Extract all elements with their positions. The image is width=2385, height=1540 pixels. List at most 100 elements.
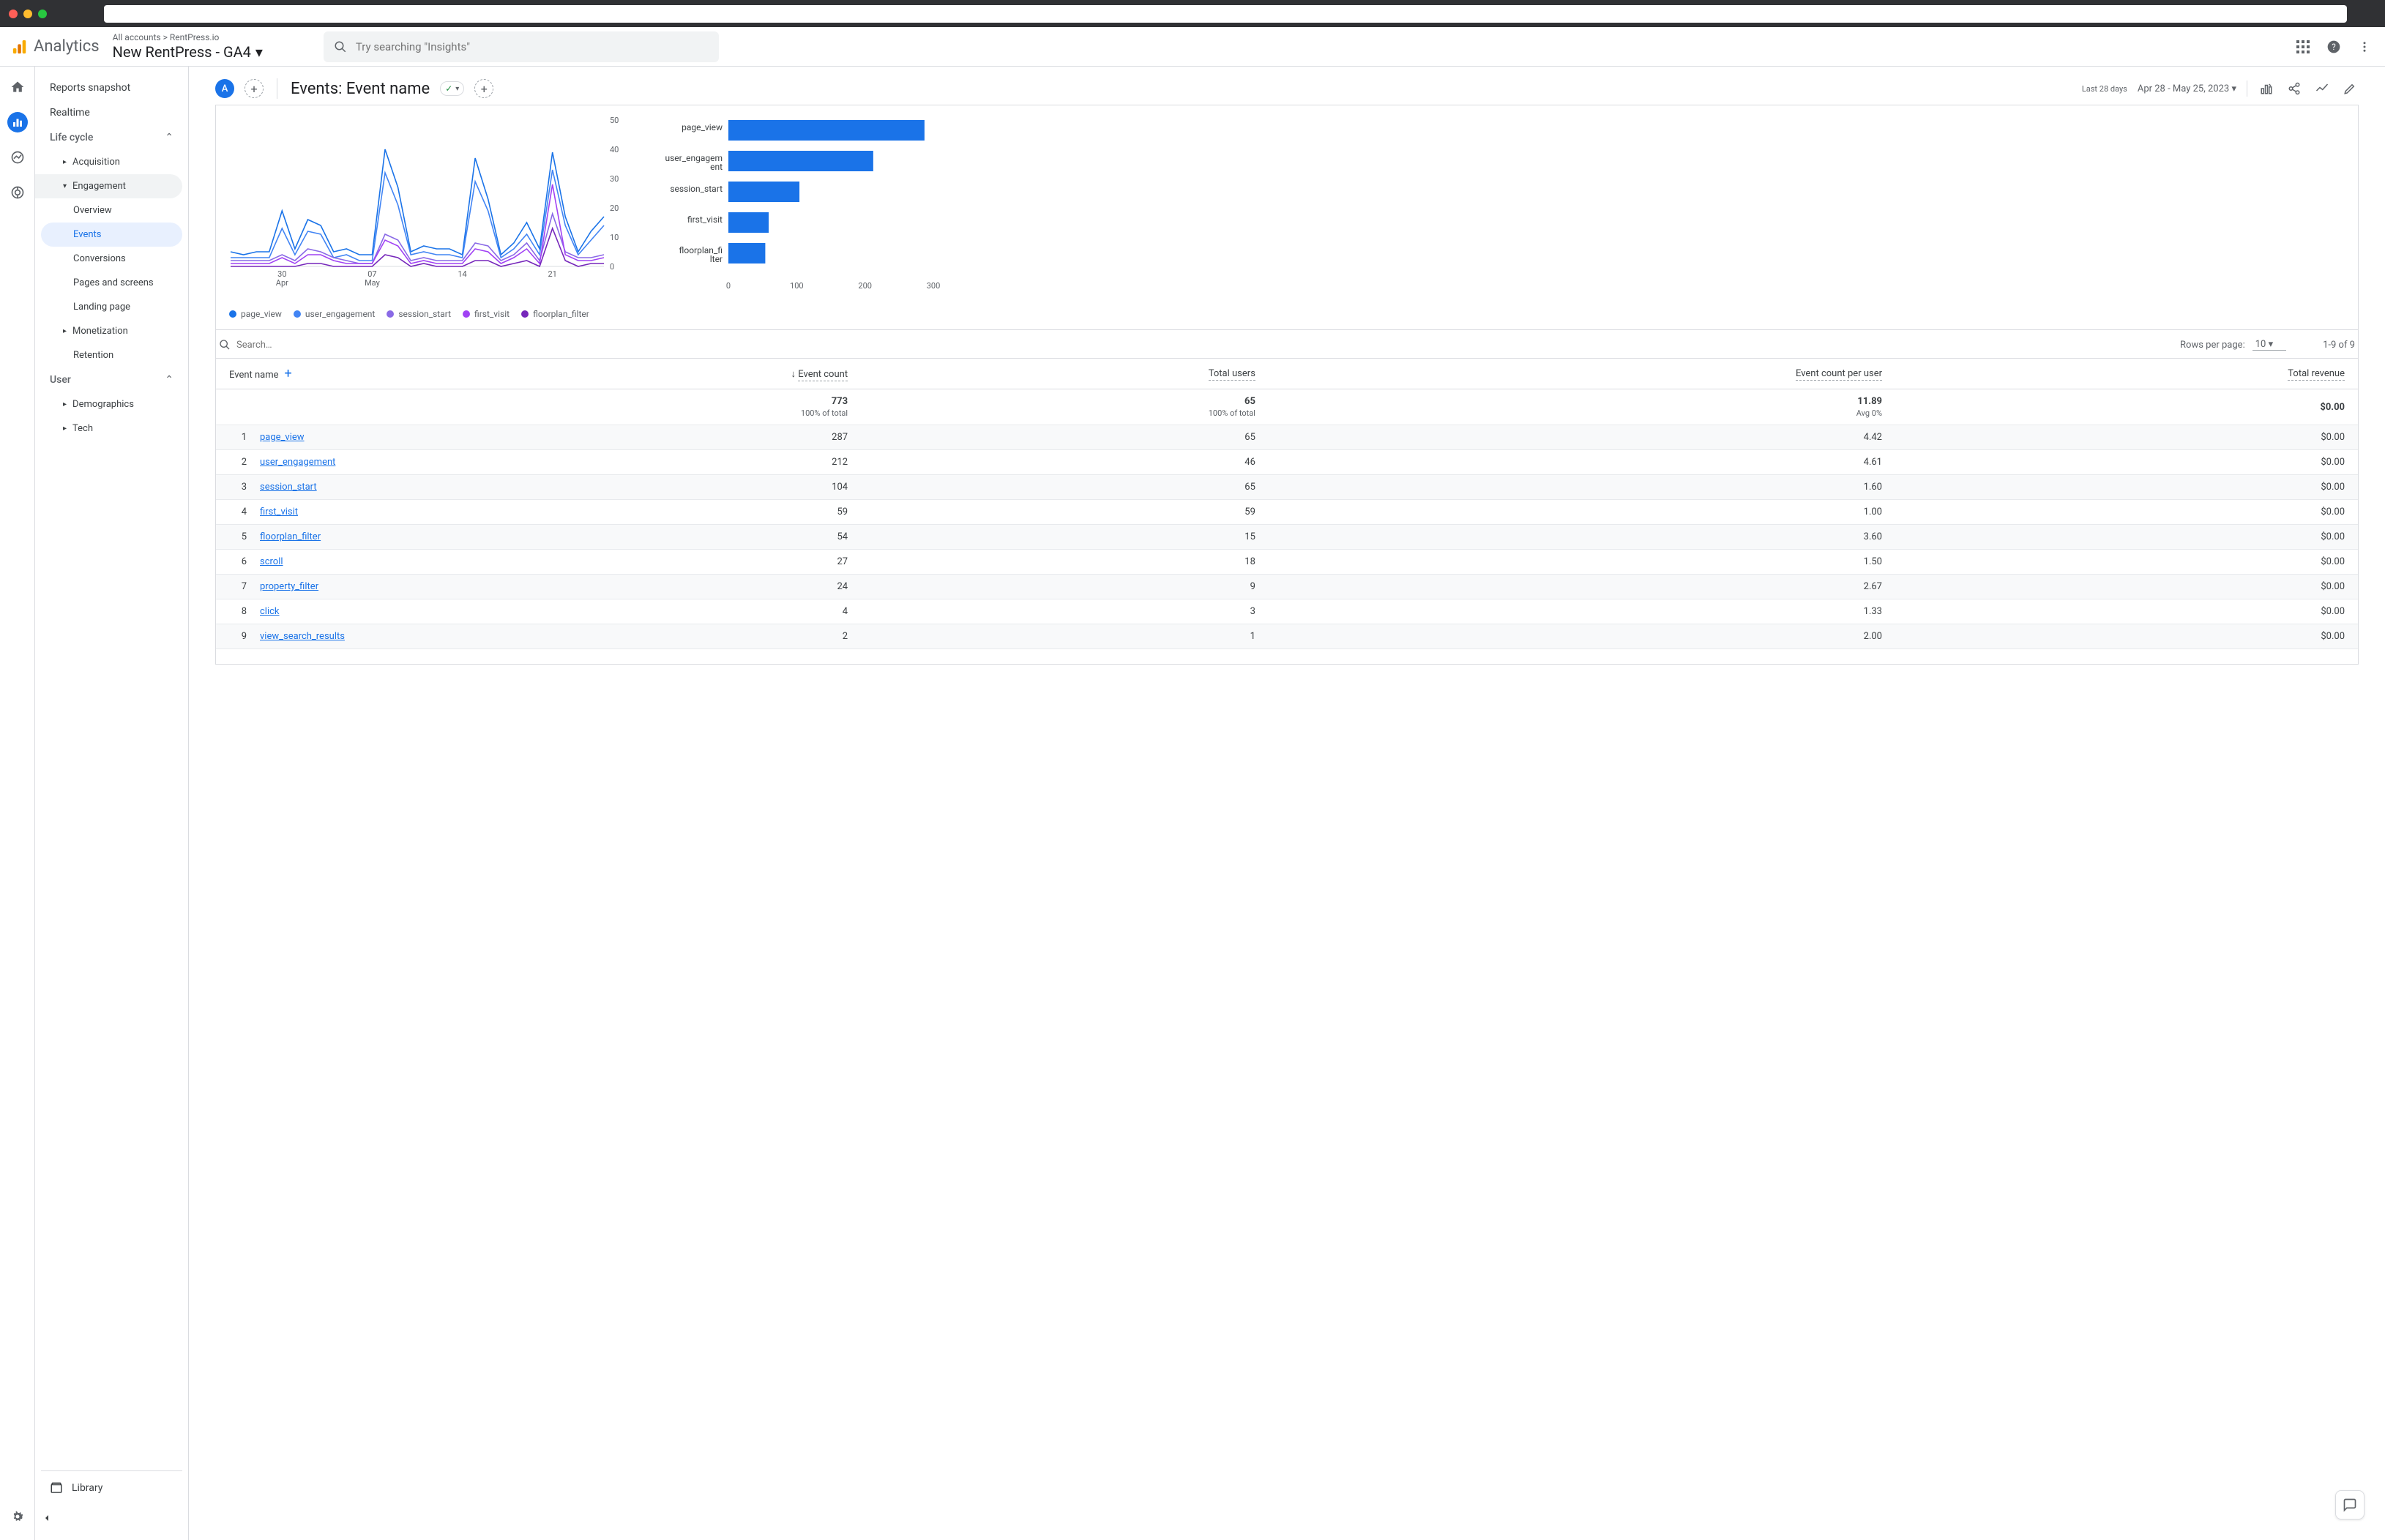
event-link[interactable]: first_visit <box>260 507 298 517</box>
search-icon <box>219 339 231 351</box>
rail-reports-icon[interactable] <box>7 112 28 132</box>
col-event-count[interactable]: ↓ Event count <box>399 359 861 389</box>
nav-tech[interactable]: ▸Tech <box>41 416 182 441</box>
svg-text:ent: ent <box>710 162 723 172</box>
svg-text:40: 40 <box>610 145 619 154</box>
caret-right-icon: ▸ <box>63 158 67 166</box>
caret-right-icon: ▸ <box>63 327 67 335</box>
add-comparison-button[interactable]: + <box>474 79 493 98</box>
collapse-nav-button[interactable] <box>41 1505 182 1531</box>
col-count-per-user[interactable]: Event count per user <box>1269 359 1895 389</box>
product-name: Analytics <box>34 37 100 56</box>
event-link[interactable]: session_start <box>260 482 317 493</box>
nav-retention[interactable]: Retention <box>41 343 182 367</box>
window-maximize-icon[interactable] <box>38 10 47 18</box>
legend-item[interactable]: page_view <box>229 309 282 319</box>
insights-icon[interactable] <box>2313 80 2331 97</box>
search-input[interactable] <box>356 40 709 53</box>
event-link[interactable]: click <box>260 606 280 617</box>
nav-acquisition[interactable]: ▸Acquisition <box>41 150 182 174</box>
svg-text:lter: lter <box>710 254 723 264</box>
legend-item[interactable]: user_engagement <box>294 309 375 319</box>
window-minimize-icon[interactable] <box>23 10 32 18</box>
table-totals-row: 773100% of total 65100% of total 11.89Av… <box>216 389 2358 425</box>
edit-icon[interactable] <box>2341 80 2359 97</box>
table-row: 1page_view287654.42$0.00 <box>216 425 2358 450</box>
table-row: 5floorplan_filter54153.60$0.00 <box>216 525 2358 550</box>
event-link[interactable]: page_view <box>260 432 305 443</box>
segment-chip[interactable]: A <box>215 79 234 98</box>
more-vert-icon[interactable] <box>2356 38 2373 56</box>
library-icon <box>50 1481 63 1495</box>
share-icon[interactable] <box>2285 80 2303 97</box>
feedback-button[interactable] <box>2335 1490 2365 1520</box>
table-row: 8click431.33$0.00 <box>216 599 2358 624</box>
svg-text:0: 0 <box>610 262 614 272</box>
svg-text:21: 21 <box>548 269 556 279</box>
table-row: 4first_visit59591.00$0.00 <box>216 500 2358 525</box>
product-logo[interactable]: Analytics <box>12 37 100 56</box>
nav-user-section[interactable]: User⌃ <box>41 367 182 392</box>
nav-engagement-overview[interactable]: Overview <box>41 198 182 223</box>
event-link[interactable]: view_search_results <box>260 631 345 642</box>
customize-report-icon[interactable] <box>2258 80 2275 97</box>
nav-monetization[interactable]: ▸Monetization <box>41 319 182 343</box>
event-link[interactable]: property_filter <box>260 581 318 592</box>
search-bar[interactable] <box>324 31 719 62</box>
nav-engagement-pages[interactable]: Pages and screens <box>41 271 182 295</box>
rail-explore-icon[interactable] <box>7 147 28 168</box>
nav-lifecycle-section[interactable]: Life cycle⌃ <box>41 125 182 150</box>
rail-home-icon[interactable] <box>7 77 28 97</box>
table-row: 6scroll27181.50$0.00 <box>216 550 2358 575</box>
rail-advertising-icon[interactable] <box>7 182 28 203</box>
rows-per-page-select[interactable]: 10 ▾ <box>2252 339 2286 351</box>
nav-library[interactable]: Library <box>41 1470 182 1505</box>
add-segment-button[interactable]: + <box>245 79 264 98</box>
legend-dot-icon <box>521 310 529 318</box>
col-total-users[interactable]: Total users <box>861 359 1269 389</box>
account-picker[interactable]: All accounts > RentPress.io New RentPres… <box>113 32 263 60</box>
add-dimension-button[interactable]: + <box>285 366 292 381</box>
chevron-up-icon: ⌃ <box>165 132 173 143</box>
table-row: 7property_filter2492.67$0.00 <box>216 575 2358 599</box>
svg-text:page_view: page_view <box>682 122 723 132</box>
svg-text:100: 100 <box>790 281 804 291</box>
nav-realtime[interactable]: Realtime <box>41 100 182 125</box>
events-table: Event name+ ↓ Event count Total users Ev… <box>216 358 2358 649</box>
svg-text:50: 50 <box>610 116 619 125</box>
help-icon[interactable]: ? <box>2325 38 2343 56</box>
legend-item[interactable]: floorplan_filter <box>521 309 589 319</box>
event-link[interactable]: scroll <box>260 556 283 567</box>
col-total-revenue[interactable]: Total revenue <box>1895 359 2358 389</box>
page-title: Events: Event name <box>291 80 430 98</box>
window-titlebar <box>0 0 2385 27</box>
svg-text:20: 20 <box>610 203 619 213</box>
apps-grid-icon[interactable] <box>2294 38 2312 56</box>
event-link[interactable]: floorplan_filter <box>260 531 321 542</box>
nav-engagement[interactable]: ▾Engagement <box>35 174 182 198</box>
svg-text:session_start: session_start <box>670 184 723 194</box>
rail-admin-icon[interactable] <box>7 1506 28 1527</box>
caret-right-icon: ▸ <box>63 425 67 433</box>
window-close-icon[interactable] <box>9 10 18 18</box>
nav-engagement-conversions[interactable]: Conversions <box>41 247 182 271</box>
legend-item[interactable]: session_start <box>387 309 451 319</box>
nav-engagement-landing[interactable]: Landing page <box>41 295 182 319</box>
url-bar[interactable] <box>104 5 2347 23</box>
legend-item[interactable]: first_visit <box>463 309 510 319</box>
table-search-input[interactable] <box>236 340 383 351</box>
col-event-name[interactable]: Event name+ <box>216 359 399 389</box>
svg-text:first_visit: first_visit <box>687 214 723 225</box>
svg-text:?: ? <box>2332 42 2336 52</box>
check-circle-icon: ✓ <box>445 83 452 94</box>
table-search[interactable] <box>219 339 383 351</box>
status-pill[interactable]: ✓ ▾ <box>440 81 464 96</box>
nav-demographics[interactable]: ▸Demographics <box>41 392 182 416</box>
event-link[interactable]: user_engagement <box>260 457 335 468</box>
date-range-picker[interactable]: Apr 28 - May 25, 2023 ▾ <box>2138 83 2236 94</box>
nav-engagement-events[interactable]: Events <box>41 223 182 247</box>
bar-chart: page_viewuser_engagementsession_startfir… <box>655 113 941 303</box>
nav-reports-snapshot[interactable]: Reports snapshot <box>41 75 182 100</box>
breadcrumb-all-accounts: All accounts <box>113 32 161 42</box>
breadcrumb-account: RentPress.io <box>170 32 220 42</box>
